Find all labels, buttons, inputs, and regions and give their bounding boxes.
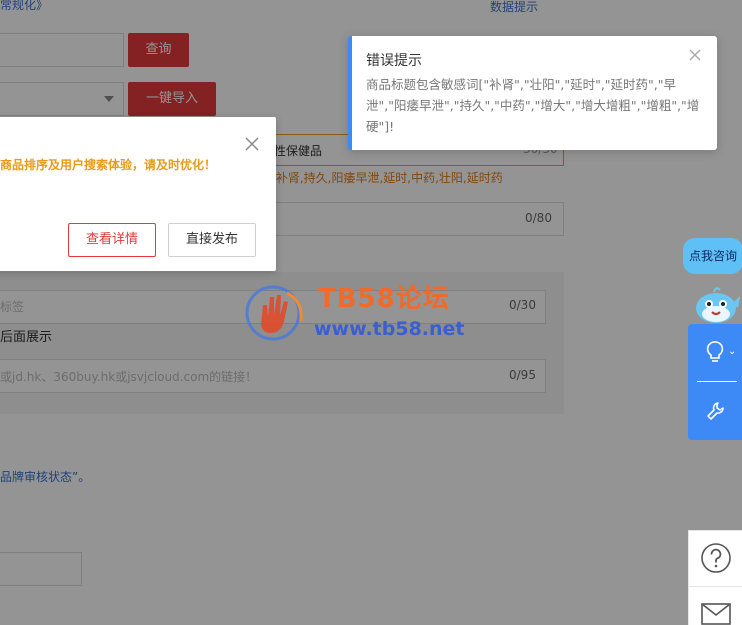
consult-bubble[interactable]: 点我咨询 <box>683 238 742 274</box>
question-icon[interactable] <box>700 542 732 574</box>
notification-body: 商品标题包含敏感词["补肾","壮阳","延时","延时药","早泄","阳痿早… <box>366 77 700 134</box>
watermark-url: www.tb58.net <box>314 318 465 340</box>
mail-icon[interactable] <box>701 603 731 625</box>
dialog-message: 商品排序及用户搜索体验，请及时优化！ <box>0 158 217 172</box>
whale-mascot-icon[interactable] <box>692 282 742 326</box>
close-icon[interactable] <box>244 136 260 152</box>
chevron-down-icon[interactable]: ⌄ <box>728 346 736 357</box>
close-icon[interactable] <box>688 48 702 62</box>
notification-title: 错误提示 <box>366 53 422 69</box>
side-divider <box>697 381 737 382</box>
publish-directly-button[interactable]: 直接发布 <box>168 223 256 257</box>
lightbulb-icon[interactable] <box>705 340 725 364</box>
view-details-button[interactable]: 查看详情 <box>68 223 156 257</box>
wrench-icon[interactable] <box>705 400 725 422</box>
watermark-title: TB58论坛 <box>318 284 450 314</box>
page-root: 常规化》 数据提示 查询 一键导入 男性保健品 30/30 肚,补肾,持久,阳痿… <box>0 0 742 625</box>
watermark-hand-logo <box>245 285 303 341</box>
